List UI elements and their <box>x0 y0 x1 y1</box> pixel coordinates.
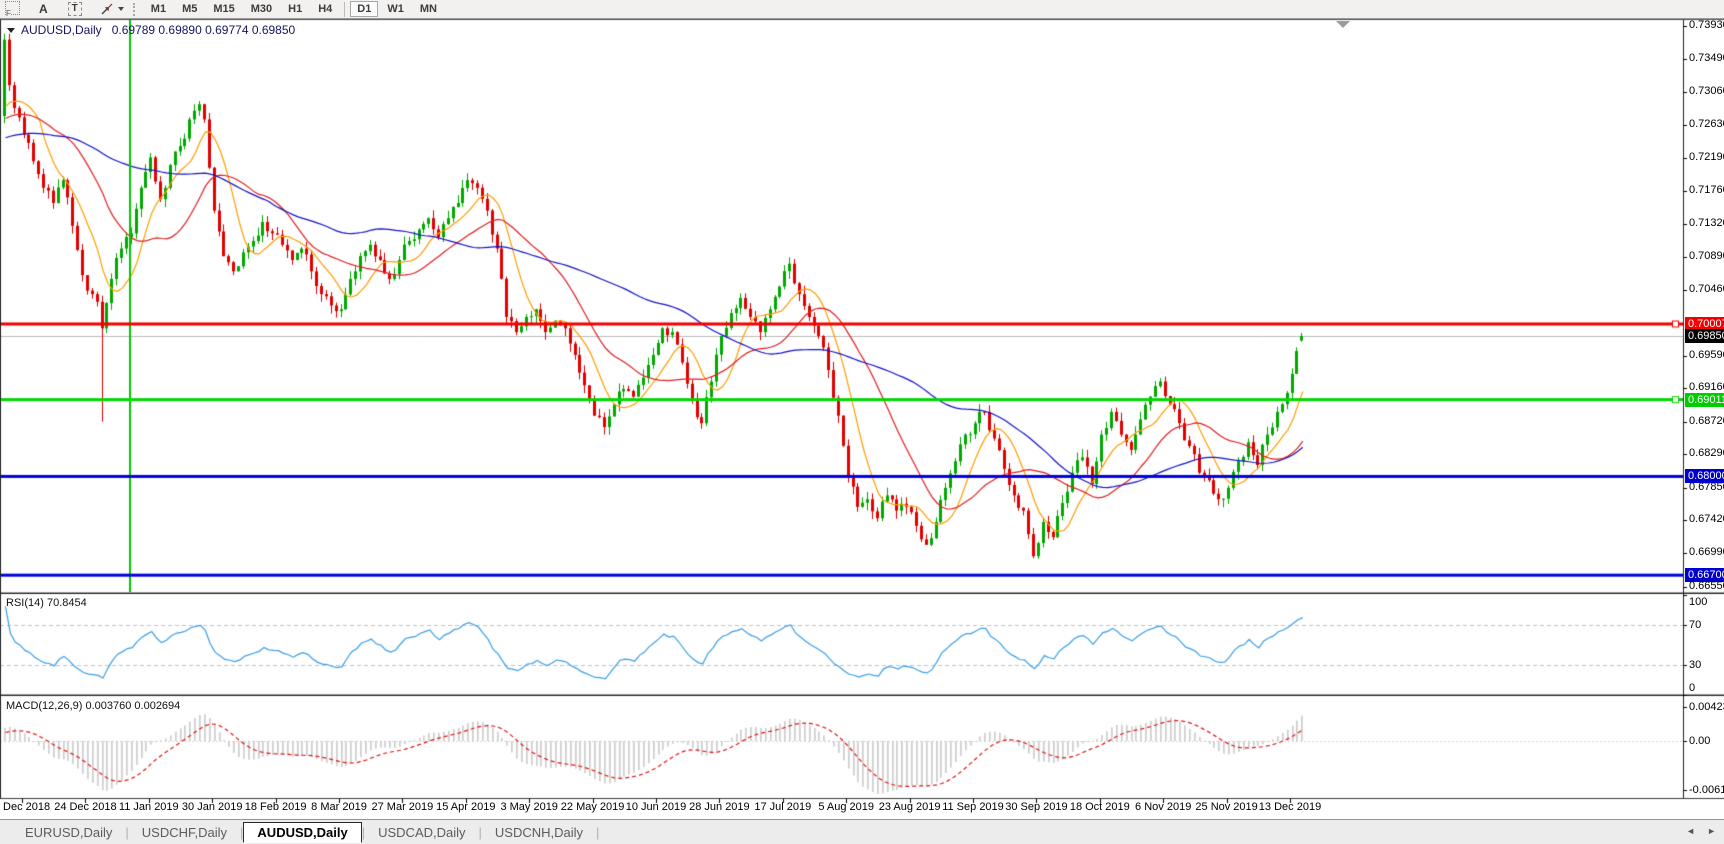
chart-tabs: EURUSD,Daily|USDCHF,Daily|AUDUSD,Daily|U… <box>12 822 599 843</box>
tab-separator: | <box>596 825 599 840</box>
symbol-title: AUDUSD,Daily <box>21 23 102 37</box>
chart-title: AUDUSD,Daily 0.69789 0.69890 0.69774 0.6… <box>7 23 295 37</box>
tab-usdchf-daily[interactable]: USDCHF,Daily <box>129 823 240 842</box>
arrow-objects-tool[interactable] <box>100 3 124 16</box>
timeframe-m15[interactable]: M15 <box>206 1 241 17</box>
timeframe-divider <box>344 2 345 17</box>
tabs-scroll-right-icon[interactable]: ► <box>1707 826 1716 836</box>
macd-indicator-label: MACD(12,26,9) 0.003760 0.002694 <box>6 700 180 712</box>
timeframe-d1[interactable]: D1 <box>350 1 378 17</box>
text-box-tool[interactable]: T <box>68 2 82 16</box>
tab-usdcad-daily[interactable]: USDCAD,Daily <box>365 823 478 842</box>
toolbar-separator <box>133 3 138 16</box>
tab-audusd-daily[interactable]: AUDUSD,Daily <box>243 822 361 843</box>
timeframe-h4[interactable]: H4 <box>311 1 339 17</box>
rsi-indicator-label: RSI(14) 70.8454 <box>6 597 87 609</box>
top-toolbar: F A T M1M5M15M30H1H4 D1W1MN <box>0 0 1724 19</box>
tabs-scroll-left-icon[interactable]: ◄ <box>1686 826 1695 836</box>
mt4-window: F A T M1M5M15M30H1H4 D1W1MN AUDUSD,Daily … <box>0 0 1724 844</box>
timeframe-h1[interactable]: H1 <box>281 1 309 17</box>
text-label-tool[interactable]: A <box>39 2 48 16</box>
tab-eurusd-daily[interactable]: EURUSD,Daily <box>12 823 125 842</box>
ohlc-values: 0.69789 0.69890 0.69774 0.69850 <box>112 23 296 37</box>
timeframe-m30[interactable]: M30 <box>244 1 279 17</box>
timeframe-m1[interactable]: M1 <box>144 1 173 17</box>
timeframe-mn[interactable]: MN <box>413 1 444 17</box>
timeframe-m5[interactable]: M5 <box>175 1 204 17</box>
chart-tabs-bar: EURUSD,Daily|USDCHF,Daily|AUDUSD,Daily|U… <box>0 819 1724 844</box>
chart-shift-icon[interactable] <box>1336 21 1350 28</box>
chart-dropdown-icon[interactable] <box>7 28 15 33</box>
arrows-icon <box>100 3 114 16</box>
tab-usdcnh-daily[interactable]: USDCNH,Daily <box>482 823 596 842</box>
timeframe-toolbar: M1M5M15M30H1H4 D1W1MN <box>143 0 445 19</box>
timeframe-w1[interactable]: W1 <box>380 1 411 17</box>
tab-scroll-arrows: ◄ ► <box>1686 826 1716 836</box>
grid-f-label: F <box>6 10 11 18</box>
snap-grid-icon[interactable]: F <box>5 1 20 15</box>
price-chart-canvas[interactable] <box>0 0 1724 844</box>
chevron-down-icon[interactable] <box>118 7 124 11</box>
